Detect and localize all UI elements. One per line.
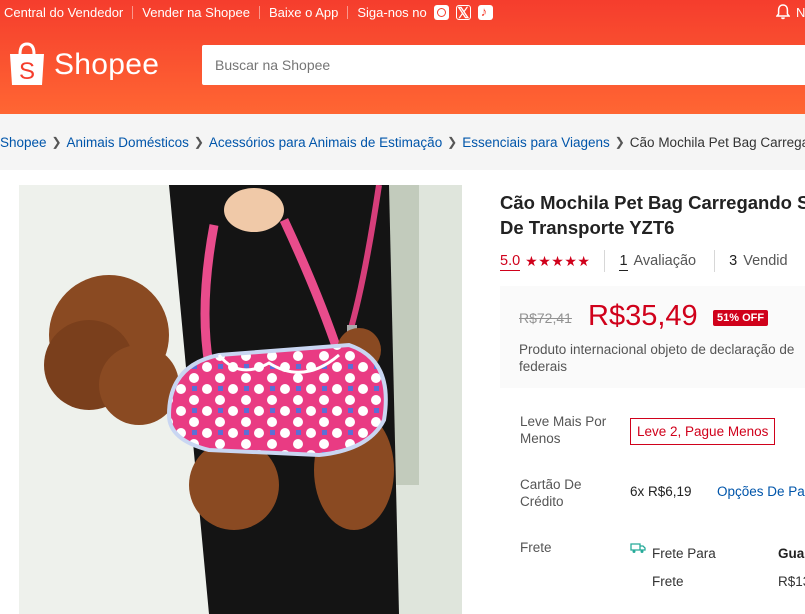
installments: 6x R$6,19 xyxy=(630,484,692,499)
tiktok-icon[interactable] xyxy=(477,4,493,20)
reviews-count[interactable]: 1 xyxy=(619,252,628,271)
reviews-label: Avaliação xyxy=(633,253,697,269)
shipping-guarantee-title: Guar xyxy=(778,546,805,561)
notification-bell-icon[interactable] xyxy=(776,4,790,20)
x-icon[interactable]: 𝕏 xyxy=(455,4,471,21)
header: Central do Vendedor Vender na Shopee Bai… xyxy=(0,0,805,114)
breadcrumb-item[interactable]: Shopee xyxy=(0,135,47,150)
shopee-logo[interactable]: S Shopee xyxy=(8,42,159,87)
product-section: Cão Mochila Pet Bag Carregando S De Tran… xyxy=(0,170,805,614)
international-notice: Produto internacional objeto de declaraç… xyxy=(519,341,805,375)
follow-us: Siga-nos no 𝕏 xyxy=(348,4,493,21)
breadcrumb-item[interactable]: Animais Domésticos xyxy=(67,135,189,150)
product-title: Cão Mochila Pet Bag Carregando S De Tran… xyxy=(500,190,805,240)
shipping-label: Frete xyxy=(520,540,552,555)
rating-value[interactable]: 5.0 xyxy=(500,252,521,271)
shipping-to-line: Frete Para xyxy=(652,546,716,561)
download-app-link[interactable]: Baixe o App xyxy=(260,5,349,19)
chevron-right-icon: ❯ xyxy=(447,135,458,149)
sold-label: Vendid xyxy=(743,253,788,269)
top-bar: Central do Vendedor Vender na Shopee Bai… xyxy=(0,0,805,24)
promo-tag[interactable]: Leve 2, Pague Menos xyxy=(630,418,776,445)
breadcrumb: Shopee ❯ Animais Domésticos ❯ Acessórios… xyxy=(0,132,805,152)
current-price: R$35,49 xyxy=(588,300,698,332)
seller-center-link[interactable]: Central do Vendedor xyxy=(0,5,134,19)
sold-count: 3 xyxy=(729,253,738,269)
search-input[interactable] xyxy=(202,45,805,85)
product-title-line: Cão Mochila Pet Bag Carregando S xyxy=(500,192,805,213)
chevron-right-icon: ❯ xyxy=(193,135,204,149)
notifications-label[interactable]: N xyxy=(796,5,805,20)
breadcrumb-item[interactable]: Acessórios para Animais de Estimação xyxy=(209,135,442,150)
notice-line: Produto internacional objeto de declaraç… xyxy=(519,342,795,357)
credit-card-label-line: Crédito xyxy=(520,494,564,509)
svg-text:S: S xyxy=(19,58,35,85)
promo-label-line: Leve Mais Por xyxy=(520,414,607,429)
star-rating-icon: ★★★★★ xyxy=(525,252,591,269)
shipping-to: Frete Para Frete xyxy=(652,540,732,596)
payment-options-link[interactable]: Opções De Pa xyxy=(717,484,805,499)
logo-text: Shopee xyxy=(54,47,160,81)
credit-card-label: Cartão De Crédito xyxy=(520,476,620,510)
product-image[interactable] xyxy=(19,185,462,614)
instagram-icon[interactable] xyxy=(433,4,449,20)
shopee-bag-icon: S xyxy=(10,42,44,85)
promo-label: Leve Mais Por Menos xyxy=(520,413,620,447)
product-stats: 5.0 ★★★★★ 1 Avaliação 3 Vendid xyxy=(500,250,788,272)
divider xyxy=(604,250,606,272)
original-price: R$72,41 xyxy=(519,310,572,326)
shipping-to-line: Frete xyxy=(652,574,684,589)
price-box: R$72,41 R$35,49 51% OFF Produto internac… xyxy=(500,286,805,388)
product-title-line: De Transporte YZT6 xyxy=(500,217,675,238)
shipping-cost: R$13 xyxy=(778,574,805,589)
discount-badge: 51% OFF xyxy=(713,310,769,326)
chevron-right-icon: ❯ xyxy=(614,135,625,149)
product-photo xyxy=(19,185,462,614)
notice-line: federais xyxy=(519,359,568,374)
credit-card-label-line: Cartão De xyxy=(520,477,582,492)
shipping-guarantee: Guar R$13 xyxy=(778,540,805,596)
free-shipping-truck-icon xyxy=(630,543,646,553)
chevron-right-icon: ❯ xyxy=(51,135,62,149)
breadcrumb-item[interactable]: Essenciais para Viagens xyxy=(462,135,610,150)
search-bar[interactable] xyxy=(202,45,805,85)
follow-label: Siga-nos no xyxy=(357,4,427,20)
promo-label-line: Menos xyxy=(520,431,561,446)
sell-on-shopee-link[interactable]: Vender na Shopee xyxy=(133,5,260,19)
breadcrumb-current: Cão Mochila Pet Bag Carregando xyxy=(629,134,805,150)
divider xyxy=(714,250,716,272)
